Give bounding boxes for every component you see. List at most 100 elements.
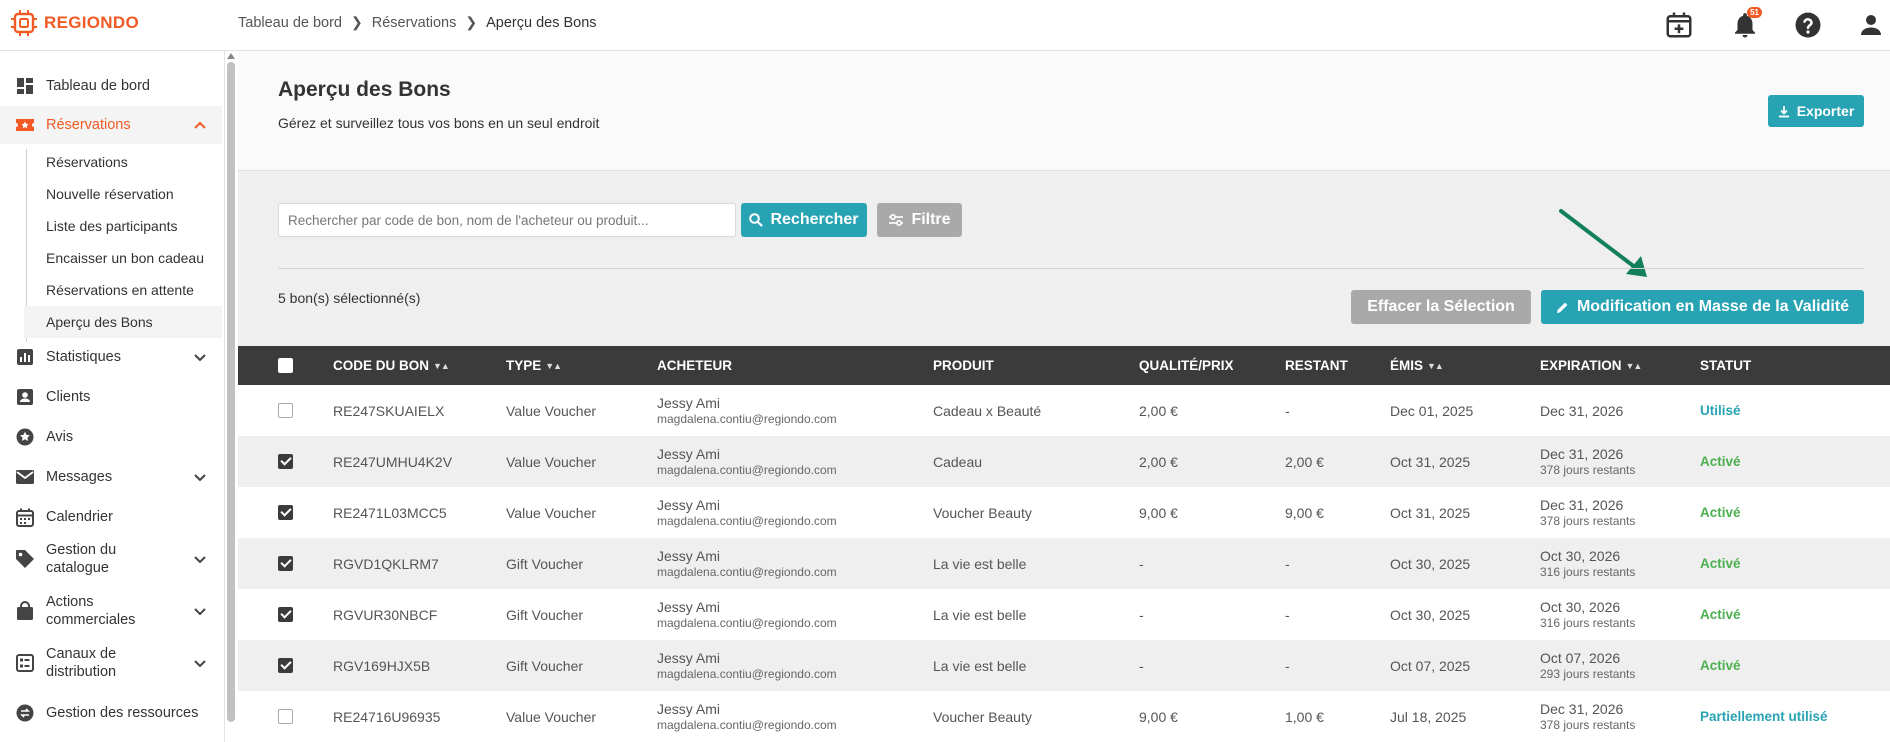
table-row[interactable]: RGV169HJX5B Gift Voucher Jessy Ami magda… — [238, 640, 1890, 691]
table-row[interactable]: RE247SKUAIELX Value Voucher Jessy Ami ma… — [238, 385, 1890, 436]
row-checkbox[interactable] — [278, 556, 293, 571]
buyer-cell: Jessy Ami magdalena.contiu@regiondo.com — [657, 436, 837, 487]
sidebar-sub-voucher-overview[interactable]: Aperçu des Bons — [24, 306, 222, 338]
filter-button[interactable]: Filtre — [877, 203, 962, 237]
table-row[interactable]: RGVUR30NBCF Gift Voucher Jessy Ami magda… — [238, 589, 1890, 640]
buyer-name: Jessy Ami — [657, 548, 721, 564]
search-button[interactable]: Rechercher — [741, 203, 867, 237]
sidebar-sub-pending-reservations[interactable]: Réservations en attente — [24, 274, 222, 306]
days-remaining: 316 jours restants — [1540, 565, 1636, 579]
table-row[interactable]: RGVD1QKLRM7 Gift Voucher Jessy Ami magda… — [238, 538, 1890, 589]
sidebar-item-label: Actions commerciales — [46, 594, 136, 628]
row-checkbox[interactable] — [278, 658, 293, 673]
clear-selection-button[interactable]: Effacer la Sélection — [1351, 290, 1531, 324]
buyer-name: Jessy Ami — [657, 446, 721, 462]
breadcrumb-item-reservations[interactable]: Réservations — [372, 15, 457, 31]
regiondo-logo-icon — [11, 10, 37, 36]
table-row[interactable]: RE24716U96935 Value Voucher Jessy Ami ma… — [238, 691, 1890, 742]
voucher-code: RGVUR30NBCF — [333, 606, 438, 623]
select-all-checkbox[interactable] — [278, 358, 293, 373]
voucher-type: Value Voucher — [506, 453, 597, 470]
sidebar-item-label: Réservations — [46, 117, 131, 133]
row-checkbox[interactable] — [278, 505, 293, 520]
sidebar-sub-participants-list[interactable]: Liste des participants — [24, 210, 222, 242]
remaining-value: - — [1285, 402, 1290, 419]
column-header-status: STATUT — [1700, 358, 1752, 373]
breadcrumb-item-dashboard[interactable]: Tableau de bord — [238, 15, 342, 31]
product-name: La vie est belle — [933, 657, 1027, 674]
calendar-icon — [15, 507, 35, 527]
column-header-type[interactable]: TYPE ▼▲ — [506, 346, 562, 385]
sidebar-item-distribution-channels[interactable]: Canaux de distribution — [0, 642, 222, 684]
column-header-issued[interactable]: ÉMIS ▼▲ — [1390, 346, 1444, 385]
days-remaining: 293 jours restants — [1540, 667, 1636, 681]
row-checkbox[interactable] — [278, 607, 293, 622]
sidebar-item-label: Avis — [46, 429, 74, 445]
sidebar-item-messages[interactable]: Messages — [0, 458, 222, 496]
sidebar-item-dashboard[interactable]: Tableau de bord — [0, 67, 222, 105]
issued-date: Jul 18, 2025 — [1390, 708, 1467, 725]
voucher-code: RGVD1QKLRM7 — [333, 555, 439, 572]
buyer-cell: Jessy Ami magdalena.contiu@regiondo.com — [657, 538, 837, 589]
buyer-name: Jessy Ami — [657, 650, 721, 666]
remaining-value: - — [1285, 657, 1290, 674]
column-header-expiration[interactable]: EXPIRATION ▼▲ — [1540, 346, 1642, 385]
notifications-button[interactable]: 51 — [1730, 7, 1762, 40]
voucher-type: Gift Voucher — [506, 657, 584, 674]
breadcrumb: Tableau de bord ❯ Réservations ❯ Aperçu … — [238, 14, 597, 31]
sidebar-item-calendar[interactable]: Calendrier — [0, 498, 222, 536]
voucher-type: Gift Voucher — [506, 606, 584, 623]
voucher-code: RE247UMHU4K2V — [333, 453, 453, 470]
search-input[interactable]: Rechercher par code de bon, nom de l'ach… — [278, 203, 736, 237]
sidebar-item-label: Statistiques — [46, 349, 121, 365]
calendar-plus-icon[interactable] — [1664, 10, 1694, 40]
tag-icon — [15, 549, 35, 569]
sidebar-item-resources[interactable]: Gestion des ressources — [0, 694, 222, 732]
sidebar-item-label: Tableau de bord — [46, 78, 150, 94]
row-checkbox[interactable] — [278, 403, 293, 418]
chevron-down-icon — [194, 660, 206, 668]
sidebar-item-catalog[interactable]: Gestion du catalogue — [0, 538, 222, 580]
voucher-code: RE2471L03MCC5 — [333, 504, 447, 521]
buyer-email: magdalena.contiu@regiondo.com — [657, 565, 837, 579]
row-checkbox[interactable] — [278, 454, 293, 469]
mass-edit-validity-button[interactable]: Modification en Masse de la Validité — [1541, 290, 1864, 324]
issued-date: Dec 01, 2025 — [1390, 402, 1474, 419]
logo[interactable]: REGIONDO — [10, 9, 139, 37]
scroll-up-arrow[interactable] — [227, 53, 235, 59]
sidebar-item-clients[interactable]: Clients — [0, 378, 222, 416]
table-row[interactable]: RE2471L03MCC5 Value Voucher Jessy Ami ma… — [238, 487, 1890, 538]
column-header-remaining: RESTANT — [1285, 358, 1348, 373]
expiration-date: Oct 30, 2026 — [1540, 548, 1621, 564]
status-badge: Activé — [1700, 556, 1741, 571]
remaining-value: 9,00 € — [1285, 504, 1324, 521]
search-icon — [749, 213, 764, 227]
user-icon[interactable] — [1856, 10, 1886, 40]
export-button[interactable]: Exporter — [1768, 95, 1864, 127]
expiration-cell: Dec 31, 2026 378 jours restants — [1540, 691, 1635, 742]
table-row[interactable]: RE247UMHU4K2V Value Voucher Jessy Ami ma… — [238, 436, 1890, 487]
sidebar-scrollbar[interactable] — [227, 62, 235, 722]
sidebar-item-statistics[interactable]: Statistiques — [0, 338, 222, 376]
chevron-down-icon — [194, 474, 206, 482]
sidebar-item-label: Calendrier — [46, 509, 113, 525]
sidebar-item-reservations[interactable]: Réservations — [0, 106, 222, 144]
sidebar-item-reviews[interactable]: Avis — [0, 418, 222, 456]
expiration-cell: Dec 31, 2026 — [1540, 385, 1623, 436]
column-header-code[interactable]: CODE DU BON ▼▲ — [333, 346, 450, 385]
buyer-name: Jessy Ami — [657, 497, 721, 513]
help-icon[interactable] — [1793, 10, 1823, 40]
buyer-name: Jessy Ami — [657, 395, 721, 411]
notification-count-badge: 51 — [1747, 7, 1762, 18]
buyer-cell: Jessy Ami magdalena.contiu@regiondo.com — [657, 385, 837, 436]
chevron-down-icon — [194, 608, 206, 616]
sidebar-item-commercial-actions[interactable]: Actions commerciales — [0, 590, 222, 632]
expiration-cell: Oct 30, 2026 316 jours restants — [1540, 538, 1635, 589]
sidebar-sub-redeem-gift-voucher[interactable]: Encaisser un bon cadeau — [24, 242, 222, 274]
row-checkbox[interactable] — [278, 709, 293, 724]
product-name: Voucher Beauty — [933, 708, 1032, 725]
sidebar-sub-new-reservation[interactable]: Nouvelle réservation — [24, 178, 222, 210]
column-header-buyer: ACHETEUR — [657, 358, 733, 373]
sidebar-sub-reservations[interactable]: Réservations — [24, 146, 222, 178]
issued-date: Oct 30, 2025 — [1390, 555, 1471, 572]
